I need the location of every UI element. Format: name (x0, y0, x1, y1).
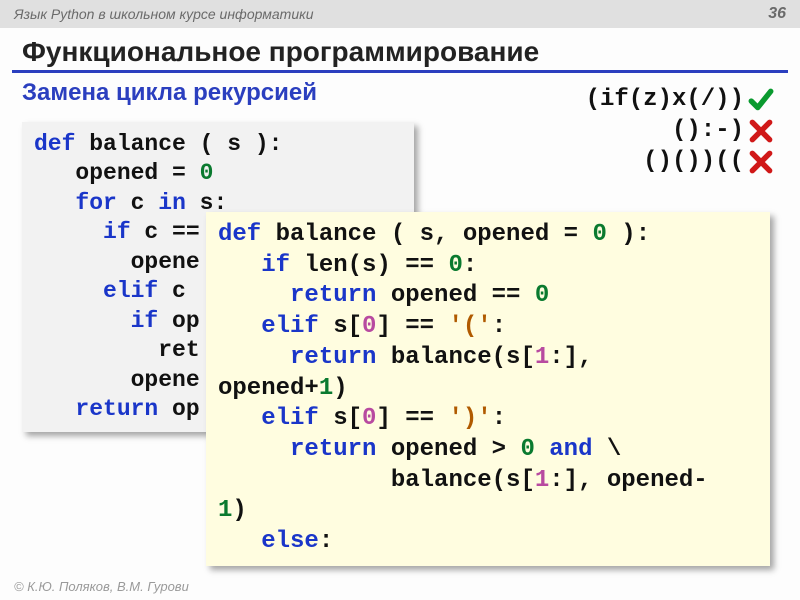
example-row: ():-) (586, 115, 774, 146)
cross-icon (748, 149, 774, 175)
code-block-recursive: def balance ( s, opened = 0 ): if len(s)… (206, 212, 770, 566)
copyright-footer: © К.Ю. Поляков, В.М. Гурови (14, 579, 189, 594)
example-text: ():-) (672, 115, 744, 146)
example-text: ()())(( (643, 146, 744, 177)
examples-block: (if(z)x(/)) ():-) ()())(( (586, 84, 774, 178)
slide-header: Язык Python в школьном курсе информатики… (0, 0, 800, 28)
example-row: (if(z)x(/)) (586, 84, 774, 115)
course-name: Язык Python в школьном курсе информатики (14, 6, 314, 22)
page-number: 36 (768, 5, 786, 23)
checkmark-icon (748, 87, 774, 113)
example-row: ()())(( (586, 146, 774, 177)
title-underline (12, 70, 788, 73)
cross-icon (748, 118, 774, 144)
slide-title: Функциональное программирование (0, 28, 800, 70)
example-text: (if(z)x(/)) (586, 84, 744, 115)
